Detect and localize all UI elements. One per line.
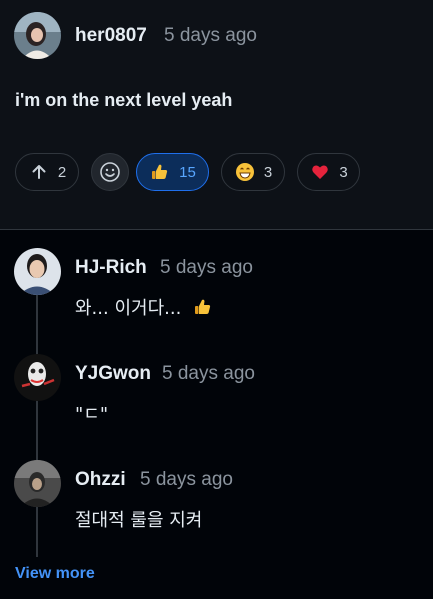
thread-line: [36, 293, 38, 557]
post-author[interactable]: her0807: [75, 25, 147, 47]
user-photo-icon: [14, 460, 61, 507]
upvote-button[interactable]: 2: [15, 153, 79, 191]
comment-timestamp[interactable]: 5 days ago: [140, 469, 233, 491]
smiley-icon: [99, 161, 121, 183]
comment-body: "ㄷ": [75, 404, 109, 425]
view-more-link[interactable]: View more: [15, 565, 95, 583]
thumbs-up-count: 15: [179, 163, 196, 181]
comment-author[interactable]: Ohzzi: [75, 469, 126, 491]
user-photo-icon: [14, 354, 61, 401]
laugh-count: 3: [263, 163, 273, 181]
heart-reaction[interactable]: 3: [297, 153, 360, 191]
heart-icon: [309, 161, 331, 183]
user-photo-icon: [14, 248, 61, 295]
user-photo-icon: [14, 12, 61, 59]
thumbs-up-reaction[interactable]: 15: [136, 153, 209, 191]
arrow-up-icon: [28, 161, 50, 183]
comment-author[interactable]: HJ-Rich: [75, 257, 147, 279]
post-card: her0807 5 days ago i'm on the next level…: [0, 0, 433, 229]
heart-count: 3: [339, 163, 348, 181]
grinning-face-icon: [234, 161, 256, 183]
comment-author[interactable]: YJGwon: [75, 363, 151, 385]
avatar[interactable]: [14, 248, 61, 295]
comment-text: 와... 이거다...: [75, 298, 182, 319]
add-reaction-button[interactable]: [91, 153, 129, 191]
divider: [0, 229, 433, 230]
avatar[interactable]: [14, 12, 61, 59]
post-body: i'm on the next level yeah: [15, 90, 233, 110]
comment-body: 절대적 룰을 지켜: [75, 510, 203, 531]
post-timestamp[interactable]: 5 days ago: [164, 25, 257, 47]
avatar[interactable]: [14, 460, 61, 507]
comment-timestamp[interactable]: 5 days ago: [162, 363, 255, 385]
upvote-count: 2: [57, 163, 67, 181]
thumbs-up-icon: [149, 161, 171, 183]
avatar[interactable]: [14, 354, 61, 401]
laugh-reaction[interactable]: 3: [221, 153, 285, 191]
comment-timestamp[interactable]: 5 days ago: [160, 257, 253, 279]
comment-body: 와... 이거다...: [75, 294, 213, 320]
thumbs-up-icon: [193, 297, 213, 317]
